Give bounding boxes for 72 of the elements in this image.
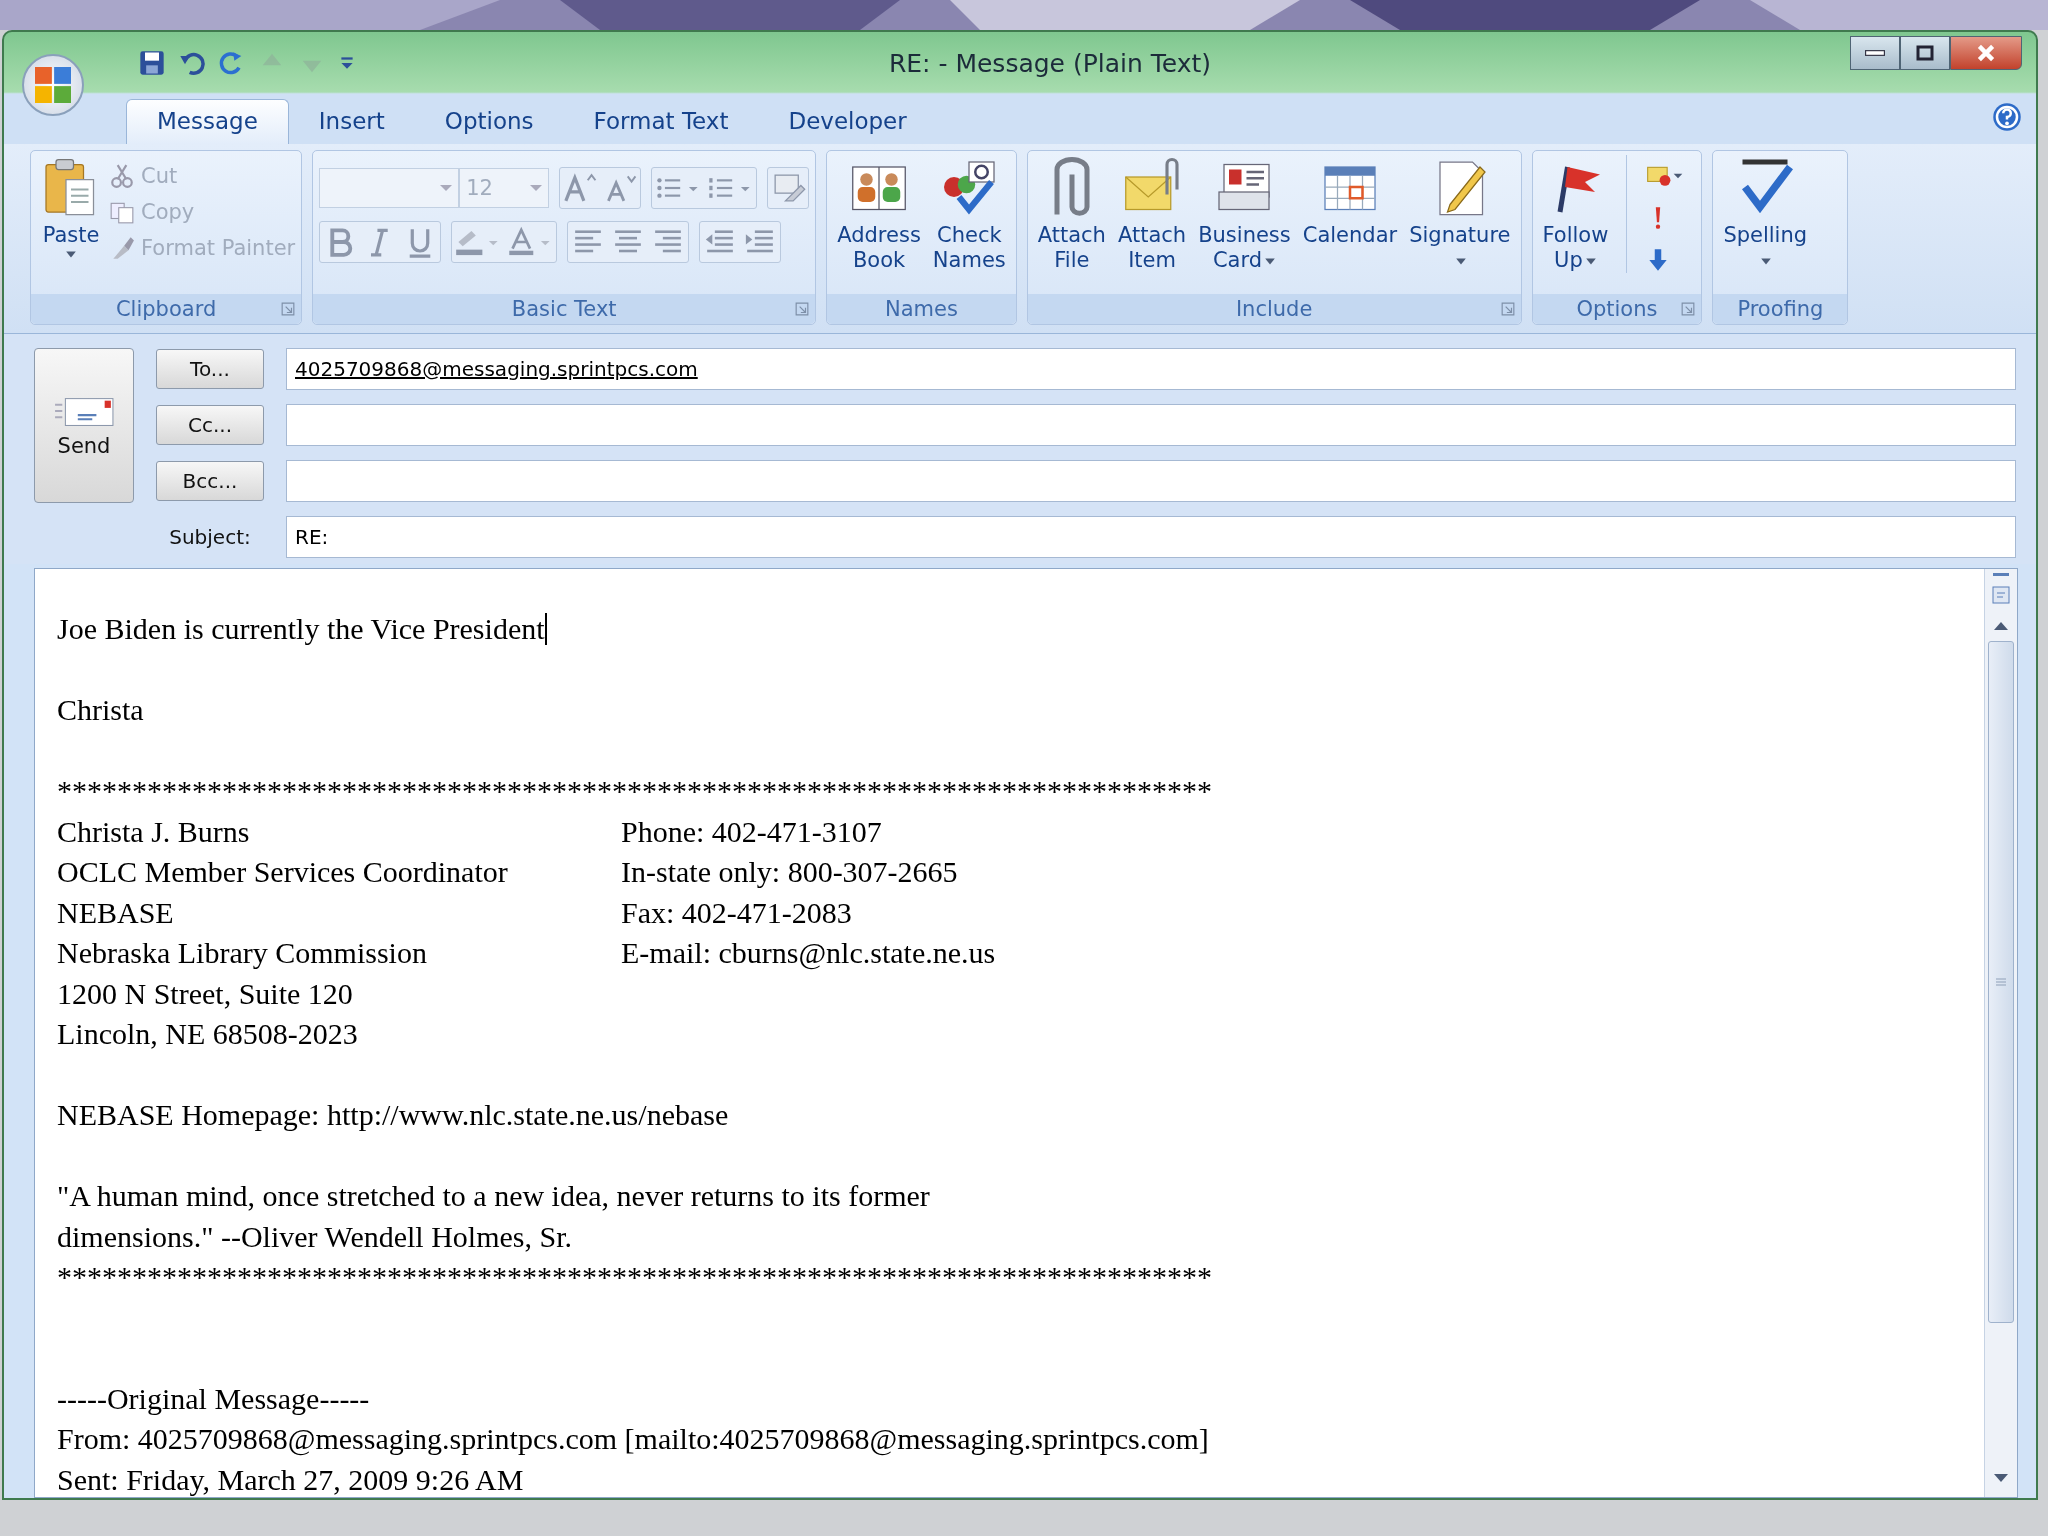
ribbon-tab[interactable]: Options: [414, 100, 564, 144]
body-text: Joe Biden is currently the Vice President: [57, 611, 545, 647]
ribbon-button[interactable]: Signature: [1405, 155, 1515, 276]
body-text: Nebraska Library Commission: [57, 935, 428, 971]
group-label: Clipboard: [115, 297, 217, 321]
ribbon-button[interactable]: Paste: [37, 155, 105, 263]
dialog-launcher-icon[interactable]: [1681, 302, 1696, 316]
scrollbar[interactable]: [1984, 569, 2017, 1497]
body-text: Christa: [57, 692, 144, 728]
dialog-launcher-icon[interactable]: [1500, 302, 1515, 316]
group-label: Options: [1576, 297, 1658, 321]
group-label: Names: [885, 297, 958, 321]
grip-icon: [1995, 977, 2007, 987]
body-text: 1200 N Street, Suite 120: [57, 975, 353, 1012]
body-text: "A human mind, once stretched to a new idea, never returns to its former: [57, 1178, 930, 1214]
message-body[interactable]: [34, 568, 2018, 1498]
address-button[interactable]: Cc...: [156, 405, 264, 445]
ribbon-button[interactable]: Spelling: [1719, 155, 1812, 276]
dropdown-caret-icon: [440, 185, 453, 191]
maximize-button[interactable]: [1900, 36, 1950, 70]
close-icon: [1975, 42, 1997, 64]
body-text: dimensions." --Oliver Wendell Holmes, Sr.: [57, 1218, 573, 1255]
ribbon-button[interactable]: Check Names: [928, 155, 1010, 276]
save-icon[interactable]: [138, 49, 166, 77]
subject-field[interactable]: RE:: [286, 516, 2016, 558]
cut-icon: [109, 163, 135, 189]
ribbon-button[interactable]: Attach File: [1033, 155, 1110, 276]
close-button[interactable]: [1950, 36, 2022, 70]
dialog-launcher-icon[interactable]: [281, 302, 296, 316]
ribbon-button[interactable]: Address Book: [833, 155, 925, 276]
body-text: Fax: 402-471-2083: [621, 894, 852, 931]
address-button[interactable]: To...: [156, 349, 264, 389]
body-text: Christa J. Burns: [57, 813, 251, 850]
ribbon-tab[interactable]: Developer: [758, 100, 937, 144]
recipient-field[interactable]: [286, 460, 2016, 502]
body-text: Phone: 402-471-3107: [621, 813, 882, 850]
body-text: *****************************************************************************: [57, 1259, 1212, 1295]
ribbon-button[interactable]: Attach Item: [1113, 155, 1191, 276]
window-title: RE: - Message (Plain Text): [887, 48, 1213, 78]
body-text: In-state only: 800-307-2665: [621, 854, 958, 890]
group-label: Basic Text: [511, 297, 617, 321]
ribbon-button[interactable]: Business Card: [1194, 155, 1295, 276]
scroll-thumb[interactable]: [1988, 641, 2014, 1323]
maximize-icon: [1915, 45, 1935, 61]
body-text: NEBASE Homepage: http://www.nlc.state.ne.us/nebase: [57, 1097, 729, 1133]
recipient-field[interactable]: [286, 404, 2016, 446]
body-text: Sent: Friday, March 27, 2009 9:26 AM: [57, 1461, 524, 1497]
minimize-button[interactable]: [1850, 36, 1900, 70]
body-text: NEBASE: [57, 894, 175, 931]
group-label: Include: [1235, 297, 1313, 321]
body-text: Lincoln, NE 68508-2023: [57, 1016, 358, 1052]
ribbon-button[interactable]: Calendar: [1298, 155, 1402, 251]
body-text: E-mail: cburns@nlc.state.ne.us: [621, 935, 996, 972]
recipient-field[interactable]: 4025709868@messaging.sprintpcs.com: [286, 348, 2016, 390]
help-icon[interactable]: [1992, 102, 2022, 132]
ribbon-button[interactable]: Follow Up: [1538, 155, 1613, 276]
body-text: From: 4025709868@messaging.sprintpcs.com [mailto:4025709868@messaging.sprintpcs.com]: [57, 1421, 1209, 1458]
font-name-field[interactable]: [319, 168, 460, 208]
body-text: -----Original Message-----: [57, 1380, 370, 1417]
office-logo: [35, 67, 71, 103]
dropdown-caret-icon: [530, 185, 543, 191]
body-text: OCLC Member Services Coordinator: [57, 854, 509, 890]
group-label: Proofing: [1737, 297, 1824, 321]
minimize-icon: [1865, 50, 1885, 56]
ribbon-tab[interactable]: Format Text: [563, 100, 759, 144]
ribbon-tab[interactable]: Insert: [288, 100, 415, 144]
body-text: *****************************************************************************: [57, 773, 1212, 809]
subject-label: Subject:: [168, 525, 252, 549]
ribbon-tab[interactable]: Message: [126, 99, 289, 144]
address-button[interactable]: Bcc...: [156, 461, 264, 501]
send-button[interactable]: Send: [34, 348, 134, 503]
dialog-launcher-icon[interactable]: [795, 302, 810, 316]
